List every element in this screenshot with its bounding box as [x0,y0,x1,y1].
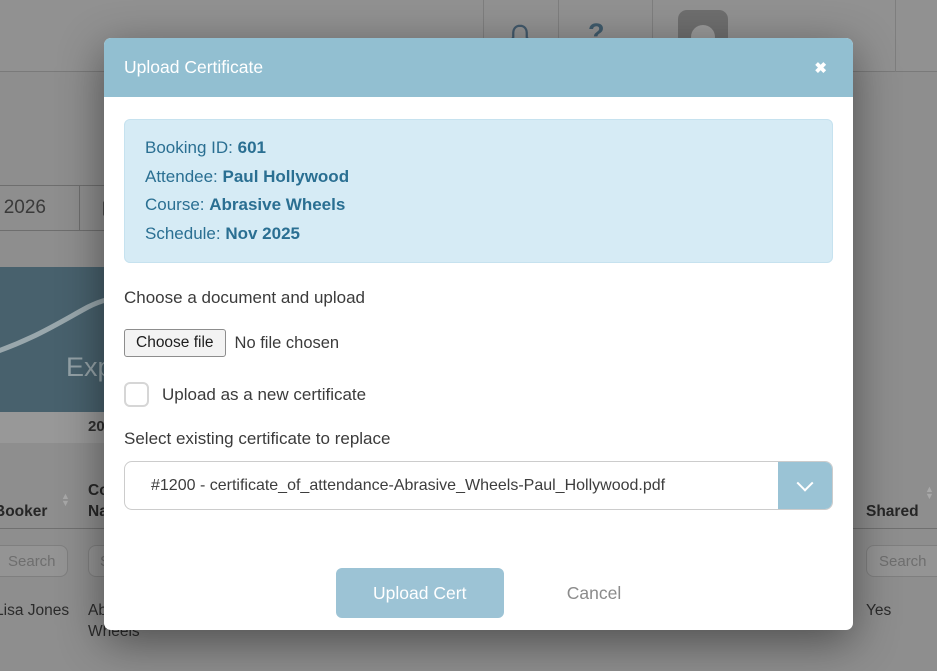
close-icon[interactable]: ✖ [808,55,833,81]
chevron-down-icon [797,474,814,491]
attendee-line: Attendee: Paul Hollywood [145,163,812,192]
replace-certificate-label: Select existing certificate to replace [124,429,833,449]
schedule-line: Schedule: Nov 2025 [145,220,812,249]
column-header-shared[interactable]: Shared [866,501,919,522]
modal-header: Upload Certificate ✖ [104,38,853,97]
new-certificate-option: Upload as a new certificate [124,382,833,407]
strip-label-fragment: 20 [88,418,105,435]
column-header-booker[interactable]: Booker [0,501,47,522]
replace-certificate-selected-value: #1200 - certificate_of_attendance-Abrasi… [125,477,778,495]
upload-cert-button[interactable]: Upload Cert [336,568,504,618]
new-certificate-checkbox-label: Upload as a new certificate [162,385,366,405]
modal-title: Upload Certificate [124,57,808,78]
new-certificate-checkbox[interactable] [124,382,149,407]
replace-certificate-select[interactable]: #1200 - certificate_of_attendance-Abrasi… [124,461,833,510]
table-cell-shared: Yes [866,600,891,621]
choose-document-label: Choose a document and upload [124,288,833,308]
cancel-button[interactable]: Cancel [567,583,621,604]
screen: ? 2026 Exp 20 Booker ▲▼ Course Name Shar… [0,0,937,671]
sort-icon[interactable]: ▲▼ [61,493,70,507]
sort-icon[interactable]: ▲▼ [925,486,934,500]
course-line: Course: Abrasive Wheels [145,191,812,220]
file-input: Choose file No file chosen [124,329,833,357]
file-chosen-status: No file chosen [235,334,340,353]
search-input-booker[interactable] [0,545,68,577]
topbar-divider [895,0,896,72]
modal-body: Booking ID: 601 Attendee: Paul Hollywood… [104,97,853,618]
search-input-shared[interactable] [866,545,937,577]
booking-id-line: Booking ID: 601 [145,134,812,163]
select-dropdown-button[interactable] [778,462,832,509]
modal-footer: Upload Cert Cancel [124,568,833,618]
choose-file-button[interactable]: Choose file [124,329,226,357]
upload-certificate-modal: Upload Certificate ✖ Booking ID: 601 Att… [104,38,853,630]
year-select-value: 2026 [4,197,46,219]
booking-info-box: Booking ID: 601 Attendee: Paul Hollywood… [124,119,833,263]
table-cell-booker: Lisa Jones [0,600,69,621]
year-select[interactable]: 2026 [0,185,80,231]
